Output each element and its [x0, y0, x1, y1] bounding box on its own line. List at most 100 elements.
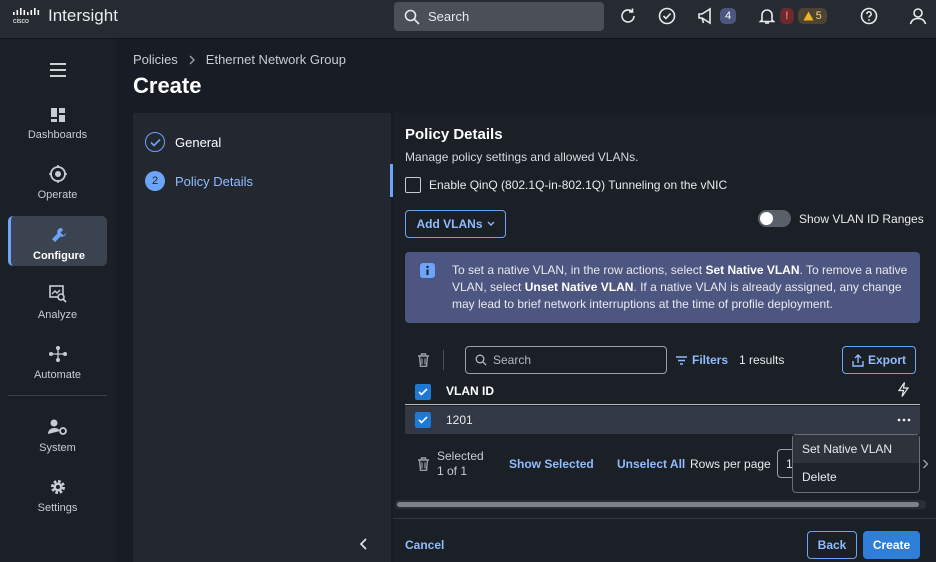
- delete-selected-footer-button[interactable]: [417, 457, 430, 471]
- cisco-logo-icon: cisco: [13, 8, 40, 24]
- announcements-badge: 4: [720, 8, 737, 24]
- sidebar-item-settings[interactable]: Settings: [8, 468, 107, 518]
- sidebar-item-label: Settings: [37, 502, 78, 514]
- back-label: Back: [817, 538, 847, 552]
- tasks-button[interactable]: [658, 6, 676, 26]
- sidebar-item-operate[interactable]: Operate: [8, 155, 107, 205]
- bell-icon: [758, 9, 776, 24]
- show-vlan-ranges-label: Show VLAN ID Ranges: [799, 211, 924, 226]
- info-banner: To set a native VLAN, in the row actions…: [405, 252, 920, 323]
- step-label: Policy Details: [175, 173, 254, 189]
- system-icon: [47, 419, 67, 435]
- collapse-panel-button[interactable]: [360, 538, 368, 550]
- add-vlans-label: Add VLANs: [416, 217, 483, 231]
- selected-summary: Selected 1 of 1: [437, 449, 484, 479]
- filters-label: Filters: [692, 353, 729, 367]
- announcements-button[interactable]: 4: [697, 6, 737, 26]
- column-header-vlan-id[interactable]: VLAN ID: [446, 384, 494, 398]
- checkmark-icon: [418, 416, 428, 424]
- select-all-checkbox[interactable]: [415, 384, 431, 400]
- results-count: 1 results: [739, 353, 785, 367]
- vlan-id-cell: 1201: [446, 413, 473, 427]
- add-vlans-button[interactable]: Add VLANs: [405, 210, 506, 238]
- selected-label: Selected: [437, 449, 484, 463]
- user-icon: [909, 8, 927, 25]
- automate-icon: [48, 346, 67, 362]
- user-profile-button[interactable]: [909, 6, 927, 26]
- global-search-input[interactable]: Search: [394, 2, 604, 31]
- checkmark-icon: [149, 138, 161, 147]
- trash-icon: [418, 457, 429, 471]
- unselect-all-link[interactable]: Unselect All: [617, 457, 685, 471]
- qinq-checkbox[interactable]: [405, 177, 421, 193]
- help-button[interactable]: [860, 6, 878, 26]
- megaphone-icon: [698, 7, 711, 25]
- info-bold-set-native: Set Native VLAN: [705, 263, 800, 277]
- trash-icon: [418, 353, 429, 367]
- table-search-input[interactable]: Search: [465, 346, 667, 374]
- info-bold-unset-native: Unset Native VLAN: [524, 280, 634, 294]
- cancel-button[interactable]: Cancel: [405, 538, 444, 552]
- sidebar-item-label: Operate: [37, 189, 78, 201]
- search-icon: [475, 354, 487, 366]
- step-policy-details[interactable]: 2 Policy Details: [145, 171, 253, 191]
- back-button[interactable]: Back: [807, 531, 857, 559]
- sidebar-item-configure[interactable]: Configure: [8, 216, 107, 266]
- selected-count: 1 of 1: [437, 464, 468, 478]
- export-button[interactable]: Export: [842, 346, 916, 374]
- step-general[interactable]: General: [145, 132, 221, 152]
- wrench-icon: [52, 228, 66, 242]
- menu-toggle-button[interactable]: [49, 63, 67, 77]
- delete-selected-button[interactable]: [417, 353, 430, 367]
- top-bar: cisco Intersight Search 4 ! 5: [0, 0, 936, 39]
- show-selected-link[interactable]: Show Selected: [509, 457, 594, 471]
- export-label: Export: [867, 353, 906, 367]
- export-icon: [852, 353, 864, 367]
- global-search-placeholder: Search: [428, 9, 470, 24]
- chevron-left-icon: [360, 538, 367, 550]
- page-title: Create: [133, 73, 202, 98]
- chevron-right-icon[interactable]: [922, 459, 929, 469]
- sidebar-item-system[interactable]: System: [8, 408, 107, 458]
- critical-alarm-badge: !: [780, 8, 794, 24]
- sidebar-divider: [8, 395, 107, 396]
- cisco-wordmark: cisco: [13, 18, 29, 24]
- logo[interactable]: cisco Intersight: [12, 6, 118, 26]
- sidebar: Dashboards Operate Configure Analyze Aut…: [0, 39, 116, 562]
- scrollbar-thumb[interactable]: [397, 502, 919, 507]
- sidebar-item-analyze[interactable]: Analyze: [8, 275, 107, 325]
- step-number: 2: [145, 171, 165, 191]
- toolbar-divider: [443, 350, 444, 370]
- create-label: Create: [872, 538, 911, 552]
- sidebar-item-dashboards[interactable]: Dashboards: [8, 95, 107, 145]
- alarms-button[interactable]: ! 5: [758, 6, 827, 26]
- menu-item-delete[interactable]: Delete: [793, 463, 919, 491]
- more-actions-icon[interactable]: [897, 418, 911, 422]
- gear-icon: [50, 480, 65, 494]
- step-label: General: [175, 134, 222, 150]
- refresh-button[interactable]: [619, 6, 637, 26]
- hamburger-icon: [50, 63, 66, 77]
- sidebar-item-label: Dashboards: [27, 129, 88, 141]
- chevron-right-icon: [189, 55, 195, 64]
- row-checkbox[interactable]: [415, 412, 431, 428]
- breadcrumb-ethernet-network-group[interactable]: Ethernet Network Group: [206, 52, 346, 67]
- show-vlan-ranges-toggle[interactable]: Show VLAN ID Ranges: [758, 210, 924, 227]
- check-circle-icon: [658, 7, 676, 25]
- filters-button[interactable]: Filters: [676, 353, 728, 367]
- footer-divider: [393, 518, 936, 519]
- sidebar-item-label: Analyze: [37, 309, 78, 321]
- sidebar-item-automate[interactable]: Automate: [8, 335, 107, 385]
- breadcrumb-policies[interactable]: Policies: [133, 52, 178, 67]
- search-icon: [404, 9, 420, 25]
- active-step-indicator: [390, 164, 393, 197]
- horizontal-scrollbar[interactable]: [395, 500, 926, 509]
- bolt-icon[interactable]: [898, 382, 909, 397]
- create-button[interactable]: Create: [863, 531, 920, 559]
- warning-alarm-count: 5: [815, 10, 822, 22]
- toggle-switch[interactable]: [758, 210, 791, 227]
- table-row[interactable]: 1201: [405, 406, 920, 434]
- qinq-checkbox-row[interactable]: Enable QinQ (802.1Q-in-802.1Q) Tunneling…: [405, 177, 727, 193]
- menu-item-set-native-vlan[interactable]: Set Native VLAN: [793, 435, 919, 463]
- wizard-steps-panel: General 2 Policy Details: [133, 113, 391, 562]
